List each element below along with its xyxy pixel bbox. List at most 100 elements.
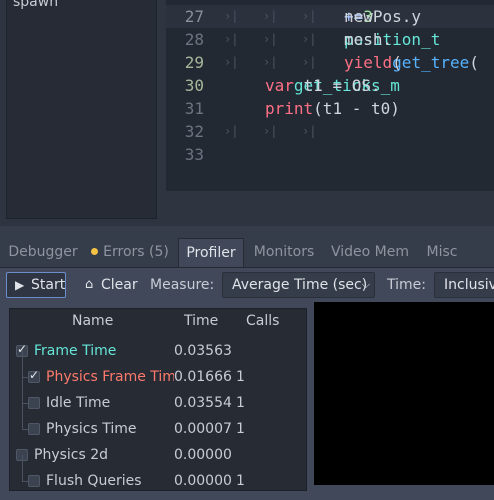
- time-select[interactable]: Inclusiv: [434, 272, 494, 298]
- tab-errors[interactable]: Errors (5): [86, 238, 174, 267]
- code-line[interactable]: 31 print (t1 - t0): [166, 97, 494, 120]
- code-text: print (t1 - t0): [265, 99, 400, 118]
- measure-label: Measure:: [150, 277, 215, 293]
- tree-guide-line: [22, 351, 23, 377]
- play-icon: ▶: [15, 278, 25, 292]
- tab-label: Monitors: [253, 244, 315, 260]
- line-number: 30: [184, 76, 204, 95]
- profiler-body: Name Time Calls Frame Time0.03563Physics…: [0, 302, 494, 500]
- tab-marker-icon: ›|: [302, 9, 317, 23]
- code-line[interactable]: 30 var t1 = OS. get_ticks_m: [166, 74, 494, 97]
- measure-value: Average Time (sec): [232, 277, 368, 293]
- tab-debugger[interactable]: Debugger: [4, 238, 82, 267]
- row-calls: 1: [236, 421, 245, 437]
- row-checkbox[interactable]: [28, 368, 40, 383]
- tree-row[interactable]: Physics 2d 0.00000: [10, 442, 298, 468]
- start-button[interactable]: ▶ Start: [6, 272, 66, 298]
- row-name: Physics 2d: [34, 447, 109, 463]
- code-line[interactable]: 27 ›| ›| ›| newPos.y += 3: [166, 5, 494, 28]
- clear-button[interactable]: ⌂ Clear: [76, 272, 138, 298]
- clear-label: Clear: [101, 277, 138, 293]
- tree-row[interactable]: Idle Time 0.03554 1: [10, 377, 298, 416]
- editor-status-strip: [166, 191, 494, 226]
- tree-guide-line: [22, 403, 23, 429]
- tab-misc[interactable]: Misc: [420, 238, 464, 267]
- column-header-calls[interactable]: Calls: [246, 309, 279, 333]
- code-editor[interactable]: 27 ›| ›| ›| newPos.y += 3 28 ›| ›| ›| mesh. positi…: [166, 0, 494, 191]
- row-calls: 1: [236, 369, 245, 385]
- line-number: 27: [184, 7, 204, 26]
- tab-label: Debugger: [8, 244, 78, 260]
- row-calls: 1: [236, 395, 245, 411]
- row-name: Idle Time: [46, 395, 111, 411]
- tab-profiler[interactable]: Profiler: [178, 238, 244, 267]
- code-text: var t1 = OS. get_ticks_m: [265, 76, 400, 95]
- time-label: Time:: [387, 277, 426, 293]
- tab-label: Profiler: [186, 245, 236, 261]
- code-line[interactable]: 32 ›| ›| ›|: [166, 120, 494, 143]
- tab-marker-icon: ›|: [263, 32, 278, 46]
- row-name: Flush Queries: [46, 473, 142, 489]
- row-time: 0.00000: [174, 473, 232, 489]
- tab-label: Video Mem: [330, 244, 409, 260]
- row-time: 0.00000: [174, 447, 232, 463]
- code-text: mesh. position_t: [344, 30, 441, 49]
- row-name: Frame Time: [34, 343, 117, 359]
- column-header-name[interactable]: Name: [72, 309, 113, 333]
- tab-marker-icon: ›|: [224, 124, 239, 138]
- start-label: Start: [31, 277, 66, 293]
- tab-marker-icon: ›|: [302, 55, 317, 69]
- row-checkbox[interactable]: [28, 423, 40, 435]
- chevron-down-icon: ⌵: [361, 278, 370, 291]
- tab-marker-icon: ›|: [224, 9, 239, 23]
- tree-guide-line: [22, 377, 23, 403]
- line-number: 32: [184, 122, 204, 141]
- tab-marker-icon: ›|: [263, 124, 278, 138]
- tab-marker-icon: ›|: [224, 55, 239, 69]
- clear-brush-icon: ⌂: [85, 277, 94, 292]
- tree-guide-line: [22, 455, 23, 481]
- row-name: Physics Frame Tim: [46, 369, 174, 385]
- line-number: 31: [184, 99, 204, 118]
- row-time: 0.03563: [174, 343, 232, 359]
- profiler-toolbar: ▶ Start ⌂ Clear Measure: Average Time (s…: [0, 268, 494, 302]
- tree-row[interactable]: Flush Queries 0.00000 1: [10, 455, 298, 490]
- tab-label: Errors (5): [103, 244, 169, 260]
- tab-marker-icon: ›|: [224, 32, 239, 46]
- profiler-tree[interactable]: Name Time Calls Frame Time0.03563Physics…: [9, 308, 307, 491]
- editor-area: spawn 27 ›| ›| ›| newPos.y += 3 28 ›| ›| ›| mesh.…: [0, 0, 494, 226]
- code-line[interactable]: 33: [166, 143, 494, 166]
- code-line[interactable]: 28 ›| ›| ›| mesh. position_t: [166, 28, 494, 51]
- tab-video-mem[interactable]: Video Mem: [324, 238, 416, 267]
- row-checkbox[interactable]: [28, 475, 40, 487]
- tab-monitors[interactable]: Monitors: [248, 238, 320, 267]
- code-text: yield(get_tree(: [344, 53, 479, 72]
- row-time: 0.00007: [174, 421, 232, 437]
- tab-label: Misc: [426, 244, 458, 260]
- time-value: Inclusiv: [444, 277, 494, 293]
- row-calls: 1: [236, 473, 245, 489]
- tab-marker-icon: ›|: [263, 9, 278, 23]
- tab-marker-icon: ›|: [302, 124, 317, 138]
- code-line[interactable]: 29 ›| ›| ›| yield(get_tree(: [166, 51, 494, 74]
- tab-marker-icon: ›|: [302, 32, 317, 46]
- row-checkbox[interactable]: [28, 397, 40, 409]
- line-number: 33: [184, 145, 204, 164]
- line-number: 28: [184, 30, 204, 49]
- debugger-tab-bar: Debugger Errors (5) Profiler Monitors Vi…: [0, 238, 494, 268]
- tree-row[interactable]: Frame Time 0.03563: [10, 338, 298, 364]
- code-text: newPos.y += 3: [344, 7, 431, 26]
- scene-tree-panel[interactable]: spawn: [6, 0, 157, 219]
- row-time: 0.01666: [174, 369, 232, 385]
- tree-row[interactable]: Physics Frame Tim0.016661: [10, 351, 298, 390]
- tab-marker-icon: ›|: [263, 55, 278, 69]
- row-time: 0.03554: [174, 395, 232, 411]
- profiler-graph[interactable]: [314, 302, 494, 485]
- scene-tree-item[interactable]: spawn: [13, 0, 58, 10]
- column-header-time[interactable]: Time: [184, 309, 218, 333]
- measure-select[interactable]: Average Time (sec) ⌵: [222, 272, 375, 298]
- tree-row[interactable]: Physics Time 0.00007 1: [10, 403, 298, 442]
- row-name: Physics Time: [46, 421, 137, 437]
- warning-dot-icon: [91, 248, 99, 255]
- line-number: 29: [184, 53, 204, 72]
